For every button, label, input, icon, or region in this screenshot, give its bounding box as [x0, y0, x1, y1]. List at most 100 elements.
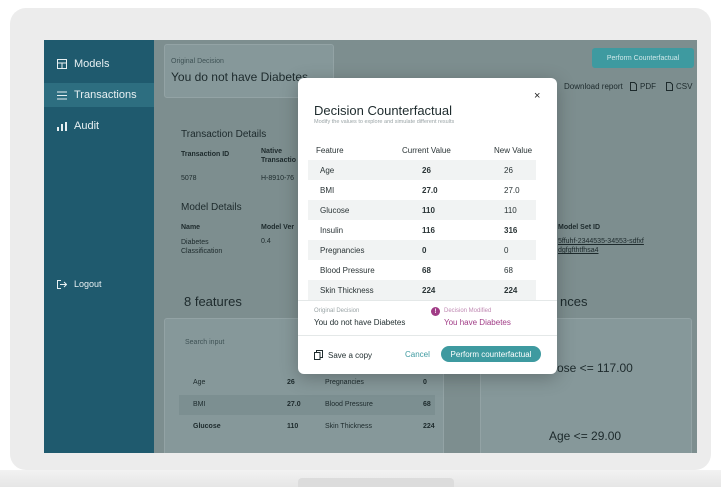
feature-value: 68	[423, 401, 431, 408]
feature-column-header: Feature	[316, 146, 344, 155]
counterfactual-row: BMI 27.0 27.0	[308, 180, 536, 200]
original-decision-value: You do not have Diabetes	[171, 70, 308, 84]
grid-icon	[56, 59, 68, 69]
native-transaction-header: Native Transactio	[261, 148, 297, 164]
current-value: 224	[422, 286, 436, 295]
counterfactual-row: Age 26 26	[308, 160, 536, 180]
feature-value: 224	[423, 423, 435, 430]
model-name-header: Name	[181, 224, 201, 231]
feature-row: BMI 27.0 Blood Pressure 68	[179, 395, 435, 415]
download-report-label: Download report	[564, 82, 623, 91]
new-value-input[interactable]: 224	[504, 286, 517, 295]
model-version-header: Model Ver	[261, 224, 295, 231]
decision-modified-label: Decision Modified	[444, 308, 492, 314]
counterfactual-row: Glucose 110 110	[308, 200, 536, 220]
current-value: 110	[422, 206, 435, 215]
pdf-label: PDF	[640, 82, 656, 91]
document-icon	[666, 82, 673, 91]
info-icon: !	[431, 307, 440, 316]
feature-name: Skin Thickness	[320, 286, 374, 295]
model-version-value: 0.4	[261, 238, 271, 245]
perform-counterfactual-modal-button[interactable]: Perform counterfactual	[441, 346, 541, 362]
influences-title: nces	[560, 294, 588, 309]
feature-name: Glucose	[193, 423, 221, 430]
bar-chart-icon	[56, 121, 68, 131]
modal-subtitle: Modify the values to explore and simulat…	[314, 119, 455, 125]
feature-name: Age	[193, 379, 206, 386]
divider	[298, 335, 557, 336]
current-value-column-header: Current Value	[402, 146, 451, 155]
new-value-input[interactable]: 26	[504, 166, 513, 175]
pdf-download-button[interactable]: PDF	[630, 82, 656, 91]
list-icon	[56, 91, 68, 100]
new-value-input[interactable]: 27.0	[504, 186, 520, 195]
counterfactual-row: Blood Pressure 68 68	[308, 260, 536, 280]
feature-name: Blood Pressure	[325, 401, 373, 408]
model-details-title: Model Details	[181, 202, 242, 213]
influence-rule: Age <= 29.00	[549, 429, 622, 443]
transaction-id-value: 5078	[181, 175, 197, 182]
perform-counterfactual-button[interactable]: Perform Counterfactual	[592, 48, 694, 68]
sidebar-item-transactions[interactable]: Transactions	[44, 83, 154, 107]
feature-name: Pregnancies	[320, 246, 365, 255]
feature-name: BMI	[193, 401, 206, 408]
feature-row: Age 26 Pregnancies 0	[179, 373, 435, 393]
current-value: 26	[422, 166, 431, 175]
feature-row: Glucose 110 Skin Thickness 224	[179, 417, 435, 437]
document-icon	[630, 82, 637, 91]
model-name-value: Diabetes Classification	[181, 239, 223, 255]
feature-value: 0	[423, 379, 427, 386]
model-set-id-link[interactable]: dgfgfthtfhsa4	[558, 247, 598, 254]
feature-name: Skin Thickness	[325, 423, 372, 430]
sidebar-item-label: Models	[74, 58, 110, 70]
modal-title: Decision Counterfactual	[314, 103, 453, 118]
csv-label: CSV	[676, 82, 693, 91]
influence-rule: cose <= 117.00	[551, 361, 633, 375]
feature-value: 26	[287, 379, 295, 386]
decision-modified-value: You have Diabetes	[444, 318, 511, 327]
save-copy-label: Save a copy	[328, 350, 373, 360]
model-set-id-header: Model Set ID	[558, 224, 601, 231]
feature-name: BMI	[320, 186, 335, 195]
transaction-id-header: Transaction ID	[181, 151, 230, 158]
feature-value: 110	[287, 423, 299, 430]
sidebar: Models Transactions Audit Logout	[44, 40, 154, 453]
new-value-column-header: New Value	[494, 146, 533, 155]
feature-name: Insulin	[320, 226, 344, 235]
original-decision-label: Original Decision	[171, 58, 224, 65]
divider	[298, 300, 557, 301]
current-value: 0	[422, 246, 427, 255]
counterfactual-modal: × Decision Counterfactual Modify the val…	[298, 78, 557, 374]
transaction-details-title: Transaction Details	[181, 129, 267, 140]
feature-name: Pregnancies	[325, 379, 364, 386]
native-transaction-value: H-8910-76	[261, 175, 295, 182]
sidebar-item-models[interactable]: Models	[44, 52, 154, 76]
feature-value: 27.0	[287, 401, 301, 408]
feature-name: Blood Pressure	[320, 266, 375, 275]
save-copy-button[interactable]: Save a copy	[314, 350, 372, 360]
sidebar-item-label: Transactions	[74, 89, 137, 101]
feature-name: Age	[320, 166, 335, 175]
new-value-input[interactable]: 110	[504, 206, 517, 215]
search-input[interactable]: Search input	[185, 339, 224, 346]
logout-button[interactable]: Logout	[44, 272, 154, 296]
copy-icon	[314, 350, 323, 360]
cancel-button[interactable]: Cancel	[405, 350, 430, 359]
original-decision-value: You do not have Diabetes	[314, 318, 406, 327]
counterfactual-row: Skin Thickness 224 224	[308, 280, 536, 300]
counterfactual-row: Insulin 116 316	[308, 220, 536, 240]
new-value-input[interactable]: 316	[504, 226, 517, 235]
feature-name: Glucose	[320, 206, 350, 215]
logout-icon	[56, 279, 68, 289]
new-value-input[interactable]: 0	[504, 246, 508, 255]
close-icon[interactable]: ×	[534, 90, 540, 102]
csv-download-button[interactable]: CSV	[666, 82, 692, 91]
logout-label: Logout	[74, 279, 102, 289]
features-title: 8 features	[184, 294, 242, 309]
laptop-notch	[298, 478, 454, 487]
current-value: 116	[422, 226, 435, 235]
sidebar-item-audit[interactable]: Audit	[44, 114, 154, 138]
new-value-input[interactable]: 68	[504, 266, 513, 275]
model-set-id-link[interactable]: 5ffuhf-2344535-34553-sdfxf	[558, 238, 644, 245]
current-value: 27.0	[422, 186, 438, 195]
